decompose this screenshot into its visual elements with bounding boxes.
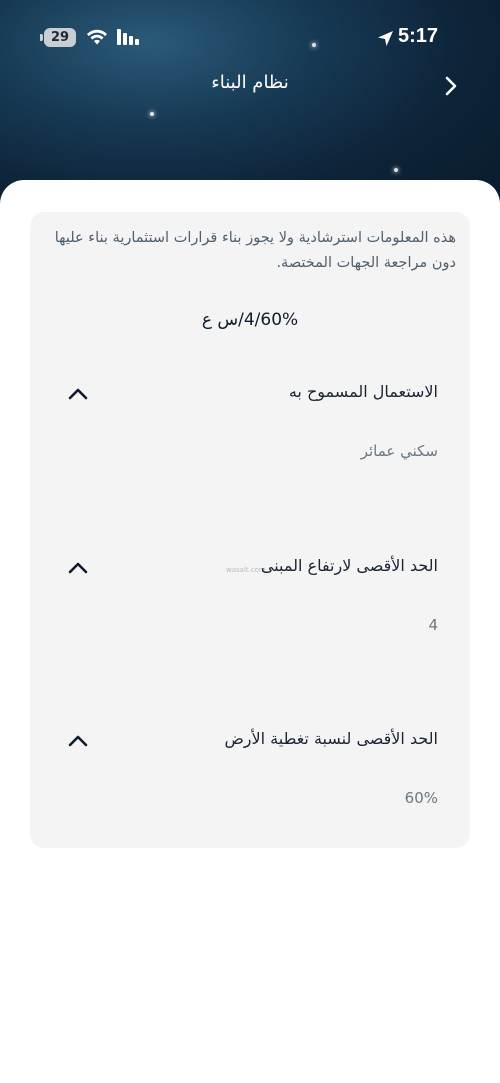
battery-level: 29 (50, 30, 70, 45)
wifi-icon (87, 29, 107, 45)
content-sheet: هذه المعلومات استرشادية ولا يجوز بناء قر… (0, 180, 500, 1083)
star-decoration (150, 112, 154, 116)
signal-icon (117, 29, 139, 45)
star-decoration (394, 168, 398, 172)
chevron-up-icon[interactable] (66, 560, 90, 576)
section-title: الاستعمال المسموح به (288, 382, 438, 401)
section-value: سكني عمائر (360, 442, 438, 460)
chevron-up-icon[interactable] (66, 386, 90, 402)
section-title: الحد الأقصى لارتفاع المبنى (260, 556, 438, 575)
section-value: 4 (428, 616, 438, 634)
location-arrow-icon (378, 31, 393, 46)
building-code-summary: 4/60%/س ع (201, 310, 299, 330)
section-title: الحد الأقصى لنسبة تغطية الأرض (224, 729, 438, 748)
disclaimer-text: هذه المعلومات استرشادية ولا يجوز بناء قر… (54, 230, 456, 271)
battery-indicator: 29 (44, 28, 76, 47)
status-bar: 29 5:17 (0, 22, 500, 54)
building-system-card: هذه المعلومات استرشادية ولا يجوز بناء قر… (30, 212, 470, 848)
chevron-right-icon[interactable] (436, 70, 468, 102)
section-value: 60% (404, 789, 438, 807)
title-bar: نظام البناء (0, 66, 500, 106)
battery-nub (40, 34, 43, 41)
status-time: 5:17 (398, 25, 439, 47)
watermark: wasalt.com (226, 566, 266, 574)
chevron-up-icon[interactable] (66, 733, 90, 749)
page-title: نظام البناء (211, 72, 289, 93)
